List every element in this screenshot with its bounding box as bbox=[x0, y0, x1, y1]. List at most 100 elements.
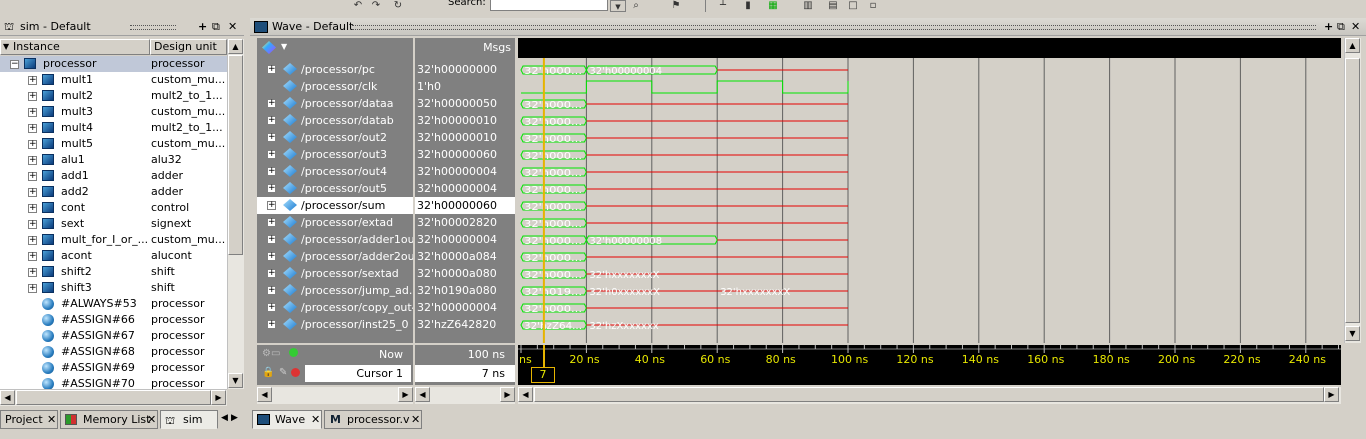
tree-row[interactable]: #ASSIGN#70 processor bbox=[0, 376, 227, 389]
collapse-icon[interactable]: − bbox=[10, 60, 19, 69]
tab-processor-v[interactable]: Mprocessor.v ✕ bbox=[324, 410, 422, 429]
tab-wave[interactable]: Wave ✕ bbox=[252, 410, 322, 429]
scroll-right-icon[interactable]: ▶ bbox=[211, 390, 226, 405]
pane-drag-grip[interactable] bbox=[130, 25, 176, 30]
signal-menu-arrow-icon[interactable]: ▼ bbox=[281, 42, 287, 51]
search-input[interactable] bbox=[490, 0, 608, 11]
tree-row[interactable]: #ASSIGN#66 processor bbox=[0, 312, 227, 328]
expand-icon[interactable]: + bbox=[28, 92, 37, 101]
wave-vertical-scrollbar[interactable]: ▲ ▼ bbox=[1344, 38, 1361, 343]
signal-row[interactable]: + /processor/copy_out4 bbox=[257, 299, 413, 316]
scroll-left-icon[interactable]: ◀ bbox=[0, 390, 15, 405]
delete-cursor-icon[interactable] bbox=[291, 368, 300, 377]
values-scroll-right-icon[interactable]: ▶ bbox=[500, 387, 515, 402]
pane-close-icon[interactable]: ✕ bbox=[228, 18, 237, 36]
tree-row[interactable]: + mult2 mult2_to_1... bbox=[0, 88, 227, 104]
values-hscrollbar[interactable]: ◀ ▶ bbox=[415, 387, 515, 404]
tree-row[interactable]: #ASSIGN#67 processor bbox=[0, 328, 227, 344]
wave-tool-2-icon[interactable]: ▮ bbox=[740, 0, 756, 12]
expand-icon[interactable]: + bbox=[28, 236, 37, 245]
expand-icon[interactable]: + bbox=[267, 116, 276, 125]
tree-row[interactable]: − processor processor bbox=[0, 56, 227, 72]
tree-row[interactable]: + add2 adder bbox=[0, 184, 227, 200]
expand-icon[interactable]: + bbox=[267, 184, 276, 193]
tree-row[interactable]: #ALWAYS#53 processor bbox=[0, 296, 227, 312]
waveform-canvas[interactable]: 32'h000... 32'h00000004 32'h000... 32'h000.… bbox=[518, 58, 1341, 343]
names-scroll-left-icon[interactable]: ◀ bbox=[257, 387, 272, 402]
expand-icon[interactable]: + bbox=[267, 201, 276, 210]
wave-undock-icon[interactable]: ⧉ bbox=[1337, 18, 1345, 36]
tree-row[interactable]: + shift3 shift bbox=[0, 280, 227, 296]
names-hscrollbar[interactable]: ◀ ▶ bbox=[257, 387, 413, 404]
tab-close-icon[interactable]: ✕ bbox=[47, 411, 56, 428]
expand-icon[interactable]: + bbox=[267, 235, 276, 244]
values-scroll-left-icon[interactable]: ◀ bbox=[415, 387, 430, 402]
wave-tool-6-icon[interactable]: □ bbox=[845, 0, 861, 12]
col-header-design-unit[interactable]: Design unit bbox=[150, 39, 227, 55]
expand-icon[interactable]: + bbox=[267, 99, 276, 108]
signal-row[interactable]: + /processor/dataa bbox=[257, 95, 413, 112]
wave-hscroll-thumb[interactable] bbox=[534, 387, 1324, 402]
wave-scroll-left-icon[interactable]: ◀ bbox=[518, 387, 533, 402]
tree-vertical-scrollbar[interactable]: ▲ ▼ bbox=[227, 39, 244, 389]
expand-icon[interactable]: + bbox=[28, 220, 37, 229]
tab-scroll-right-icon[interactable]: ▶ bbox=[231, 413, 238, 423]
signal-row[interactable]: + /processor/sextad bbox=[257, 265, 413, 282]
hscroll-thumb[interactable] bbox=[16, 390, 211, 405]
tree-row[interactable]: + shift2 shift bbox=[0, 264, 227, 280]
expand-icon[interactable]: + bbox=[267, 303, 276, 312]
signal-row[interactable]: + /processor/inst25_0 bbox=[257, 316, 413, 333]
step-icon[interactable]: ↷ bbox=[368, 0, 384, 12]
wave-tool-5-icon[interactable]: ▤ bbox=[825, 0, 841, 12]
bookmark-icon[interactable]: ⚑ bbox=[668, 0, 684, 12]
tree-row[interactable]: + cont control bbox=[0, 200, 227, 216]
add-cursor-icon[interactable] bbox=[289, 348, 298, 357]
tab-close-icon[interactable]: ✕ bbox=[411, 411, 420, 428]
tab-project[interactable]: Project ✕ bbox=[0, 410, 58, 429]
expand-icon[interactable]: + bbox=[28, 268, 37, 277]
expand-icon[interactable]: + bbox=[267, 252, 276, 261]
wave-close-icon[interactable]: ✕ bbox=[1351, 18, 1360, 36]
wave-tool-4-icon[interactable]: ▥ bbox=[800, 0, 816, 12]
cursor-value-field[interactable]: 7 ns bbox=[415, 365, 515, 382]
names-scroll-right-icon[interactable]: ▶ bbox=[398, 387, 413, 402]
run-icon[interactable]: ↻ bbox=[390, 0, 406, 12]
scroll-up-icon[interactable]: ▲ bbox=[228, 39, 243, 54]
scroll-thumb[interactable] bbox=[228, 55, 243, 255]
tab-sim[interactable]: ⛫ sim bbox=[160, 410, 218, 429]
signal-row[interactable]: + /processor/datab bbox=[257, 112, 413, 129]
tree-row[interactable]: + mult4 mult2_to_1... bbox=[0, 120, 227, 136]
tree-row[interactable]: + mult5 custom_mu... bbox=[0, 136, 227, 152]
tree-row[interactable]: + mult3 custom_mu... bbox=[0, 104, 227, 120]
signal-row[interactable]: + /processor/adder1out bbox=[257, 231, 413, 248]
wave-scroll-right-icon[interactable]: ▶ bbox=[1324, 387, 1339, 402]
expand-icon[interactable]: + bbox=[28, 284, 37, 293]
tree-row[interactable]: + mult1 custom_mu... bbox=[0, 72, 227, 88]
tree-row[interactable]: + alu1 alu32 bbox=[0, 152, 227, 168]
signal-row[interactable]: + /processor/out4 bbox=[257, 163, 413, 180]
signal-row[interactable]: + /processor/adder2out bbox=[257, 248, 413, 265]
expand-icon[interactable]: + bbox=[28, 204, 37, 213]
expand-icon[interactable]: + bbox=[28, 76, 37, 85]
signal-row[interactable]: + /processor/jump_ad... bbox=[257, 282, 413, 299]
scroll-down-icon[interactable]: ▼ bbox=[228, 373, 243, 388]
signal-row[interactable]: + /processor/out3 bbox=[257, 146, 413, 163]
tree-row[interactable]: + mult_for_I_or_... custom_mu... bbox=[0, 232, 227, 248]
tree-row[interactable]: + acont alucont bbox=[0, 248, 227, 264]
tab-close-icon[interactable]: ✕ bbox=[311, 411, 320, 428]
col-header-instance[interactable]: ▼ Instance bbox=[0, 39, 150, 55]
expand-icon[interactable]: + bbox=[28, 156, 37, 165]
wave-add-icon[interactable]: + bbox=[1324, 18, 1333, 36]
wave-scroll-down-icon[interactable]: ▼ bbox=[1345, 326, 1360, 341]
expand-icon[interactable]: + bbox=[267, 150, 276, 159]
expand-icon[interactable]: + bbox=[28, 108, 37, 117]
wave-hscrollbar[interactable]: ◀ ▶ bbox=[518, 387, 1341, 404]
cursor-flag[interactable]: 7 ns bbox=[531, 367, 555, 385]
signal-row[interactable]: /processor/clk bbox=[257, 78, 413, 95]
timeline-ruler[interactable]: ns 7 ns 20 ns 40 ns 60 ns 80 ns 100 ns 120 ns… bbox=[518, 345, 1341, 385]
expand-icon[interactable]: + bbox=[267, 320, 276, 329]
tab-scroll-left-icon[interactable]: ◀ bbox=[221, 413, 228, 423]
signal-row[interactable]: + /processor/out5 bbox=[257, 180, 413, 197]
signal-menu-icon[interactable] bbox=[262, 41, 276, 54]
find-icon[interactable]: ⌕ bbox=[628, 0, 644, 12]
